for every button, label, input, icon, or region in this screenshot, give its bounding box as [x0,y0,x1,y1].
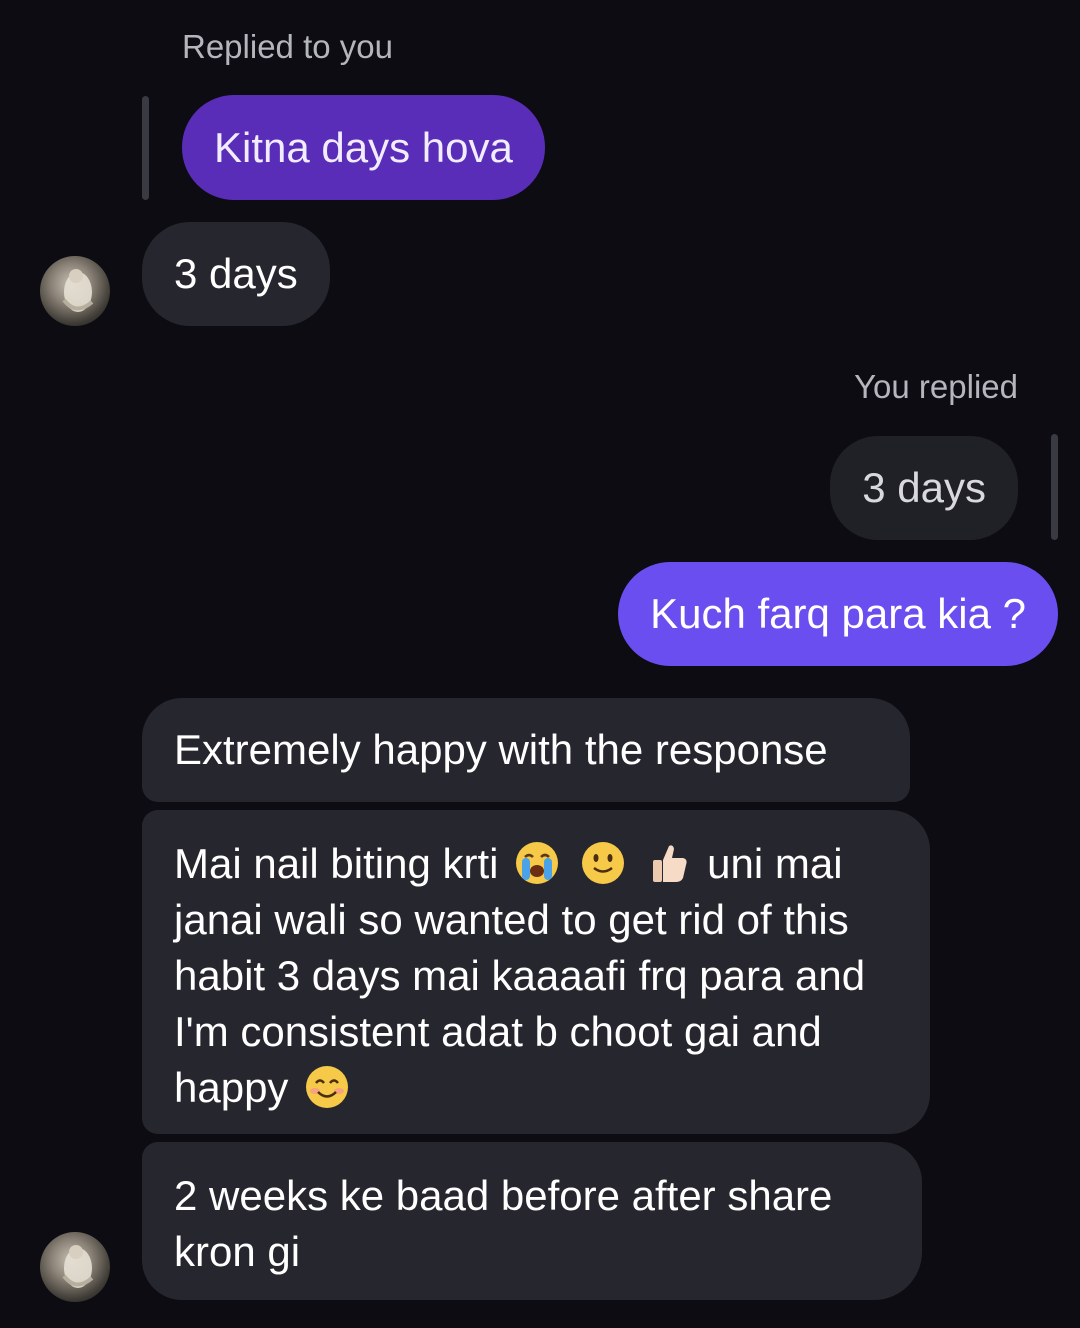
quoted-outgoing-text: Kitna days hova [214,123,513,171]
reply-indicator-bar [142,96,149,200]
contact-avatar[interactable] [40,256,110,326]
message-text: 3 days [174,250,298,297]
message-text: Mai nail biting krti uni mai janai wali … [174,836,898,1116]
outgoing-message[interactable]: Kuch farq para kia ? [618,562,1058,666]
quoted-incoming-text: 3 days [862,464,986,511]
reply-indicator-bar [1051,434,1058,540]
incoming-message[interactable]: 3 days [142,222,330,326]
message-text: Extremely happy with the response [174,726,828,773]
loudly-crying-face-icon [514,840,560,886]
contact-avatar[interactable] [40,1232,110,1302]
message-text: 2 weeks ke baad before after share kron … [174,1172,833,1275]
incoming-message[interactable]: Mai nail biting krti uni mai janai wali … [142,810,930,1134]
you-replied-label: You replied [854,368,1018,405]
thumbs-up-icon [645,840,691,886]
smiling-face-with-smiling-eyes-icon [304,1064,350,1110]
slightly-smiling-face-icon [580,840,626,886]
message-text-part: uni mai [707,840,843,887]
quoted-incoming-message[interactable]: 3 days [830,436,1018,540]
quoted-outgoing-message[interactable]: Kitna days hova [182,95,545,200]
incoming-message[interactable]: 2 weeks ke baad before after share kron … [142,1142,922,1300]
message-text-part: Mai nail biting krti [174,840,499,887]
replied-to-you-label: Replied to you [182,28,393,65]
message-text-part: janai wali so wanted to get rid of this … [174,896,866,1111]
message-text: Kuch farq para kia ? [650,590,1026,637]
incoming-message[interactable]: Extremely happy with the response [142,698,910,802]
